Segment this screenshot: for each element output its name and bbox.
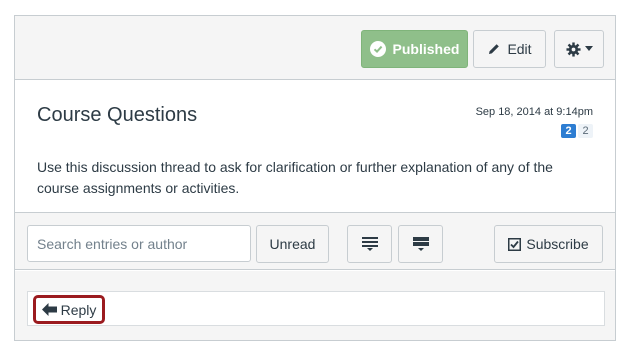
collapse-threads-icon (361, 237, 378, 251)
discussion-header-bar: Published Edit (15, 16, 615, 80)
pencil-icon (487, 42, 501, 56)
expand-threads-icon (412, 237, 429, 251)
unread-count-badge: 2 (561, 124, 576, 138)
checkbox-icon (508, 237, 522, 251)
discussion-entry: Course Questions Sep 18, 2014 at 9:14pm … (15, 81, 615, 212)
discussion-title: Course Questions (37, 104, 198, 126)
arrow-left-icon (41, 303, 57, 316)
edit-button[interactable]: Edit (473, 30, 546, 68)
reply-box: Reply (27, 291, 605, 326)
gear-icon (565, 41, 581, 57)
reply-button[interactable]: Reply (33, 295, 105, 324)
subscribe-label: Subscribe (526, 236, 589, 252)
caret-down-icon (584, 46, 593, 52)
search-input[interactable] (27, 225, 251, 262)
reply-area: Reply (15, 271, 615, 340)
unread-filter-label: Unread (269, 236, 316, 252)
post-date: Sep 18, 2014 at 9:14pm (475, 106, 593, 118)
discussion-toolbar: Unread (15, 212, 615, 270)
settings-menu-button[interactable] (554, 30, 604, 68)
reply-count-badges: 2 2 (561, 124, 593, 138)
reply-label: Reply (60, 301, 97, 318)
discussion-body: Use this discussion thread to ask for cl… (37, 159, 553, 196)
edit-label: Edit (507, 41, 532, 57)
published-button[interactable]: Published (361, 30, 468, 68)
check-circle-icon (369, 41, 386, 57)
published-label: Published (392, 41, 460, 57)
collapse-threads-button[interactable] (347, 225, 392, 263)
discussion-panel: Published Edit Course Questions Sep 18, … (14, 15, 616, 341)
subscribe-button[interactable]: Subscribe (494, 225, 603, 263)
expand-threads-button[interactable] (398, 225, 443, 263)
unread-filter-button[interactable]: Unread (256, 225, 329, 263)
total-count-badge: 2 (578, 124, 593, 138)
